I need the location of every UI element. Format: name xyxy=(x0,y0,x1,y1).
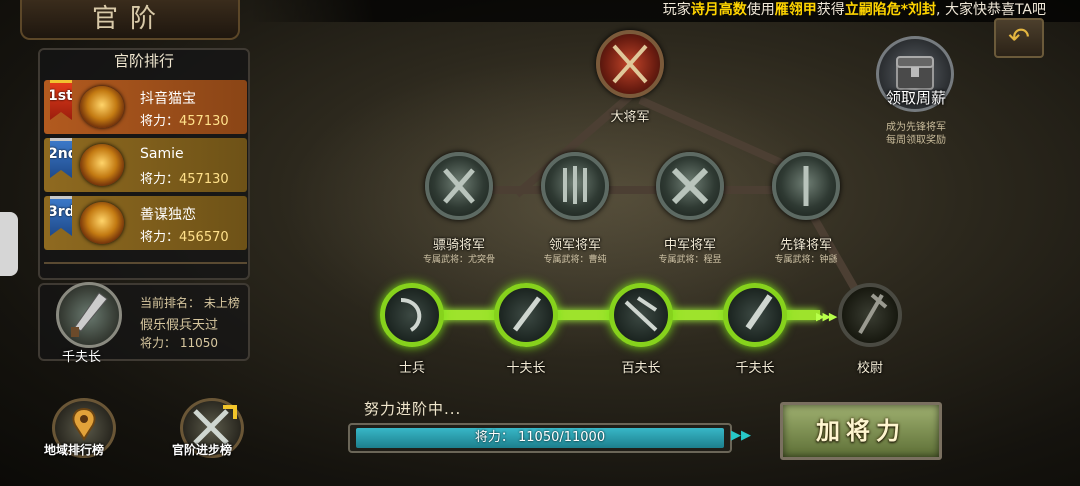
announcement-ticker: 玩家诗月高数使用雁翎甲获得立嗣陷危*刘封, 大家快恭喜TA吧 xyxy=(250,0,1080,22)
ticker-highlight: 雁翎甲 xyxy=(774,2,817,18)
ticker-text: 获得 xyxy=(816,2,845,18)
power-progress-text: 将力： 11050/11000 xyxy=(474,430,606,445)
progress-ranking-label: 官阶进步榜 xyxy=(172,443,233,457)
ranking-row[interactable]: 1st 抖音猫宝 将力：457130 xyxy=(44,80,247,134)
my-rank-title: 千夫长 xyxy=(62,350,102,365)
rank-exclusive-general: 专属武将：尤突骨 xyxy=(422,255,495,265)
rank-label: 领军将军 xyxy=(548,238,601,253)
rank-label: 十夫长 xyxy=(506,361,546,376)
rank-exclusive-general: 专属武将：钟繇 xyxy=(774,255,838,265)
pickaxe-icon xyxy=(624,296,658,332)
ranking-row[interactable]: 3rd 善谋独恋 将力：456570 xyxy=(44,196,247,250)
player-power: 将力：457130 xyxy=(140,114,229,129)
add-power-button[interactable]: 加将力 xyxy=(780,402,942,460)
rank-label: 大将军 xyxy=(610,110,650,125)
ticker-highlight: 立嗣陷危*刘封 xyxy=(844,2,937,18)
page-title: 官阶 xyxy=(20,0,240,40)
regional-ranking-label: 地域排行榜 xyxy=(44,443,105,457)
mask-emblem-icon xyxy=(80,144,124,186)
my-power: 将力： 11050 xyxy=(140,336,218,350)
my-rank-emblem-icon xyxy=(56,282,122,348)
rank-node-hundred-leader[interactable] xyxy=(609,283,673,347)
my-rank-position: 当前排名： 未上榜 xyxy=(140,296,240,310)
rank-node-general[interactable] xyxy=(425,152,493,220)
crossed-swords-icon xyxy=(443,168,475,204)
rank-node-thousand-leader[interactable] xyxy=(723,283,787,347)
rank-ribbon: 2nd xyxy=(50,138,72,178)
dagger-icon xyxy=(513,296,541,332)
rank-label: 校尉 xyxy=(856,361,883,376)
halberd-icon xyxy=(858,293,888,335)
rank-node-general[interactable] xyxy=(541,152,609,220)
rank-label: 先锋将军 xyxy=(779,238,832,253)
rank-ribbon: 1st xyxy=(50,80,72,120)
player-power: 将力：456570 xyxy=(140,230,229,245)
return-arrow-icon: ↶ xyxy=(1008,23,1030,53)
blade-icon xyxy=(71,292,108,337)
rank-node-ten-leader[interactable] xyxy=(494,283,558,347)
progress-title: 努力进阶中... xyxy=(364,400,462,418)
ticker-text: , 大家快恭喜TA吧 xyxy=(936,2,1046,18)
progress-chevron-icon: ▶▶ xyxy=(731,428,751,443)
ticker-text: 玩家 xyxy=(662,2,691,18)
rank-ribbon: 3rd xyxy=(50,196,72,236)
rank-label: 百夫长 xyxy=(621,361,661,376)
ranking-row[interactable]: 2nd Samie 将力：457130 xyxy=(44,138,247,192)
single-sword-icon xyxy=(803,166,809,206)
my-player-name: 假乐假兵天过 xyxy=(140,318,219,333)
rank-node-soldier[interactable] xyxy=(380,283,444,347)
ranking-heading: 官阶排行 xyxy=(113,52,174,70)
ticker-text: 使用 xyxy=(746,2,775,18)
side-pull-tab[interactable] xyxy=(0,212,18,276)
track-arrow-icon: ▶▶▶ xyxy=(816,310,837,323)
panel-divider xyxy=(44,262,247,264)
rank-label: 中军将军 xyxy=(663,238,716,253)
rank-node-general[interactable] xyxy=(656,152,724,220)
weekly-salary-label: 领取周薪 xyxy=(885,89,946,107)
sickle-icon xyxy=(400,298,422,332)
game-screen: 官阶 玩家诗月高数使用雁翎甲获得立嗣陷危*刘封, 大家快恭喜TA吧 ↶ 领取周薪… xyxy=(0,0,1080,486)
rank-node-captain[interactable] xyxy=(838,283,902,347)
crossed-swords-icon xyxy=(671,167,709,205)
weekly-note-line2: 每周领取奖励 xyxy=(886,135,946,146)
triple-blades-icon xyxy=(563,166,587,204)
rank-label: 千夫长 xyxy=(735,361,775,376)
rank-label: 骠骑将军 xyxy=(432,238,485,253)
rank-exclusive-general: 专属武将：程昱 xyxy=(658,255,722,265)
mask-emblem-icon xyxy=(80,86,124,128)
mask-emblem-icon xyxy=(80,202,124,244)
player-name: 抖音猫宝 xyxy=(140,91,196,107)
blade-icon xyxy=(745,294,773,330)
rank-node-general[interactable] xyxy=(772,152,840,220)
rank-node-grand-general[interactable] xyxy=(596,30,664,98)
player-power: 将力：457130 xyxy=(140,172,229,187)
ticker-highlight: 诗月高数 xyxy=(690,2,747,18)
rank-exclusive-general: 专属武将：曹纯 xyxy=(543,255,607,265)
back-button[interactable]: ↶ xyxy=(994,18,1044,58)
rank-label: 士兵 xyxy=(398,361,425,376)
player-name: Samie xyxy=(140,146,184,162)
player-name: 善谋独恋 xyxy=(140,207,196,223)
rank-link xyxy=(480,186,810,194)
crossed-spears-icon xyxy=(612,44,648,84)
